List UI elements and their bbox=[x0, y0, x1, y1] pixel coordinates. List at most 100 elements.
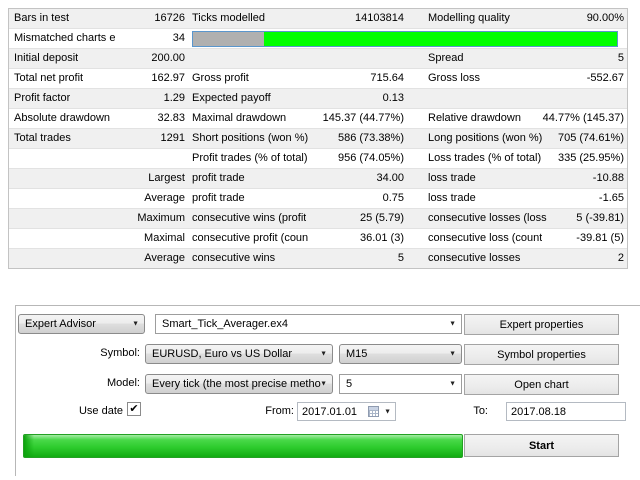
row-label: Ticks modelled bbox=[192, 9, 265, 28]
symbol-combo[interactable]: EURUSD, Euro vs US Dollar ▼ bbox=[145, 344, 333, 364]
chevron-down-icon: ▼ bbox=[132, 321, 139, 328]
row-label: Gross profit bbox=[192, 69, 249, 88]
expert-advisor-combo-value: Smart_Tick_Averager.ex4 bbox=[162, 318, 288, 330]
row-value: 715.64 bbox=[370, 69, 404, 88]
from-date-value: 2017.01.01 bbox=[302, 406, 357, 418]
chevron-down-icon: ▼ bbox=[449, 321, 456, 328]
row-value: -1.65 bbox=[599, 189, 624, 208]
table-row: Averageconsecutive wins5consecutive loss… bbox=[9, 249, 627, 268]
spread-combo-value: 5 bbox=[346, 378, 352, 390]
row-value: 0.13 bbox=[383, 89, 404, 108]
chevron-down-icon: ▼ bbox=[449, 381, 456, 388]
table-row: Profit trades (% of total) 956 (74.05%) Lo… bbox=[9, 149, 627, 169]
row-value: Maximum bbox=[137, 209, 185, 228]
row-value: -10.88 bbox=[593, 169, 624, 188]
open-chart-button[interactable]: Open chart bbox=[464, 374, 619, 395]
row-label: consecutive wins (profit bbox=[192, 209, 306, 228]
row-value: 0.75 bbox=[383, 189, 404, 208]
row-value: 34 bbox=[173, 29, 185, 48]
chevron-down-icon: ▼ bbox=[449, 351, 456, 358]
row-value: 25 (5.79) bbox=[360, 209, 404, 228]
row-label bbox=[9, 229, 14, 248]
row-label: Short positions (won %) bbox=[192, 129, 308, 148]
row-value: 200.00 bbox=[151, 49, 185, 68]
symbol-combo-value: EURUSD, Euro vs US Dollar bbox=[152, 348, 292, 360]
row-value: 5 (-39.81) bbox=[576, 209, 624, 228]
row-value: 1.29 bbox=[164, 89, 185, 108]
from-label: From: bbox=[216, 405, 294, 417]
table-row: Total net profit162.97Gross profit715.64… bbox=[9, 69, 627, 89]
table-row: Absolute drawdown32.83Maximal drawdown14… bbox=[9, 109, 627, 129]
row-label: Modelling quality bbox=[428, 9, 510, 28]
row-label bbox=[9, 169, 14, 188]
expert-properties-button-label: Expert properties bbox=[500, 319, 584, 331]
table-row: Averageprofit trade0.75loss trade-1.65 bbox=[9, 189, 627, 209]
row-label: profit trade bbox=[192, 169, 245, 188]
row-label: profit trade bbox=[192, 189, 245, 208]
row-label: consecutive losses (loss bbox=[428, 209, 547, 228]
row-label: consecutive profit (coun bbox=[192, 229, 308, 248]
row-value: 956 (74.05%) bbox=[338, 149, 404, 168]
model-combo[interactable]: Every tick (the most precise metho ▼ bbox=[145, 374, 333, 394]
row-value: Average bbox=[144, 189, 185, 208]
open-chart-button-label: Open chart bbox=[514, 379, 568, 391]
row-value: 586 (73.38%) bbox=[338, 129, 404, 148]
period-combo[interactable]: M15 ▼ bbox=[339, 344, 462, 364]
row-value: 32.83 bbox=[157, 109, 185, 128]
row-label: Absolute drawdown bbox=[9, 109, 110, 128]
row-value: Largest bbox=[148, 169, 185, 188]
use-date-checkbox[interactable]: ✔ bbox=[127, 402, 141, 416]
checkmark-icon: ✔ bbox=[129, 403, 138, 415]
calendar-icon[interactable] bbox=[368, 406, 379, 417]
from-date-field[interactable]: 2017.01.01 ▼ bbox=[297, 402, 396, 421]
start-button-label: Start bbox=[529, 440, 554, 452]
chevron-down-icon: ▼ bbox=[384, 408, 391, 415]
period-combo-value: M15 bbox=[346, 348, 367, 360]
model-combo-value: Every tick (the most precise metho bbox=[152, 378, 321, 390]
row-label: Gross loss bbox=[428, 69, 480, 88]
row-label: Loss trades (% of total) bbox=[428, 149, 541, 168]
model-label: Model: bbox=[40, 377, 140, 389]
row-value: -552.67 bbox=[587, 69, 624, 88]
row-value: 1291 bbox=[161, 129, 185, 148]
row-value: 5 bbox=[398, 249, 404, 268]
row-label: Total trades bbox=[9, 129, 71, 148]
table-row: Profit factor 1.29 Expected payoff 0.13 bbox=[9, 89, 627, 109]
row-label: consecutive losses bbox=[428, 249, 520, 268]
row-value: -39.81 (5) bbox=[576, 229, 624, 248]
row-label: Expected payoff bbox=[192, 89, 271, 108]
row-label: Spread bbox=[428, 49, 463, 68]
ea-type-dropdown[interactable]: Expert Advisor ▼ bbox=[18, 314, 145, 334]
row-value: 34.00 bbox=[376, 169, 404, 188]
chevron-down-icon: ▼ bbox=[320, 351, 327, 358]
symbol-label: Symbol: bbox=[40, 347, 140, 359]
strategy-tester-report-table: Bars in test16726Ticks modelled14103814M… bbox=[8, 8, 628, 269]
row-value: 14103814 bbox=[355, 9, 404, 28]
row-value: 705 (74.61%) bbox=[558, 129, 624, 148]
row-label: loss trade bbox=[428, 169, 476, 188]
to-label: To: bbox=[446, 405, 488, 417]
row-label: consecutive wins bbox=[192, 249, 275, 268]
row-label: Mismatched charts e bbox=[9, 29, 115, 48]
row-label: Profit trades (% of total) bbox=[192, 149, 308, 168]
to-date-field[interactable]: 2017.08.18 bbox=[506, 402, 626, 421]
start-button[interactable]: Start bbox=[464, 434, 619, 457]
quality-bar-gray-segment bbox=[193, 32, 264, 46]
row-label: Bars in test bbox=[9, 9, 69, 28]
table-row: Maximalconsecutive profit (coun36.01 (3)… bbox=[9, 229, 627, 249]
table-row: Mismatched charts e 34 bbox=[9, 29, 627, 49]
expert-advisor-combo[interactable]: Smart_Tick_Averager.ex4 ▼ bbox=[155, 314, 462, 334]
row-label: Relative drawdown bbox=[428, 109, 521, 128]
table-row: Total trades 1291 Short positions (won %) 5… bbox=[9, 129, 627, 149]
row-value: Maximal bbox=[144, 229, 185, 248]
row-value: 44.77% (145.37) bbox=[543, 109, 624, 128]
row-label: Profit factor bbox=[9, 89, 70, 108]
expert-properties-button[interactable]: Expert properties bbox=[464, 314, 619, 335]
symbol-properties-button[interactable]: Symbol properties bbox=[464, 344, 619, 365]
row-label bbox=[9, 209, 14, 228]
row-label: Maximal drawdown bbox=[192, 109, 286, 128]
symbol-properties-button-label: Symbol properties bbox=[497, 349, 586, 361]
row-value: 2 bbox=[618, 249, 624, 268]
spread-combo[interactable]: 5 ▼ bbox=[339, 374, 462, 394]
table-row: Largest profit trade 34.00 loss trade -10.88 bbox=[9, 169, 627, 189]
